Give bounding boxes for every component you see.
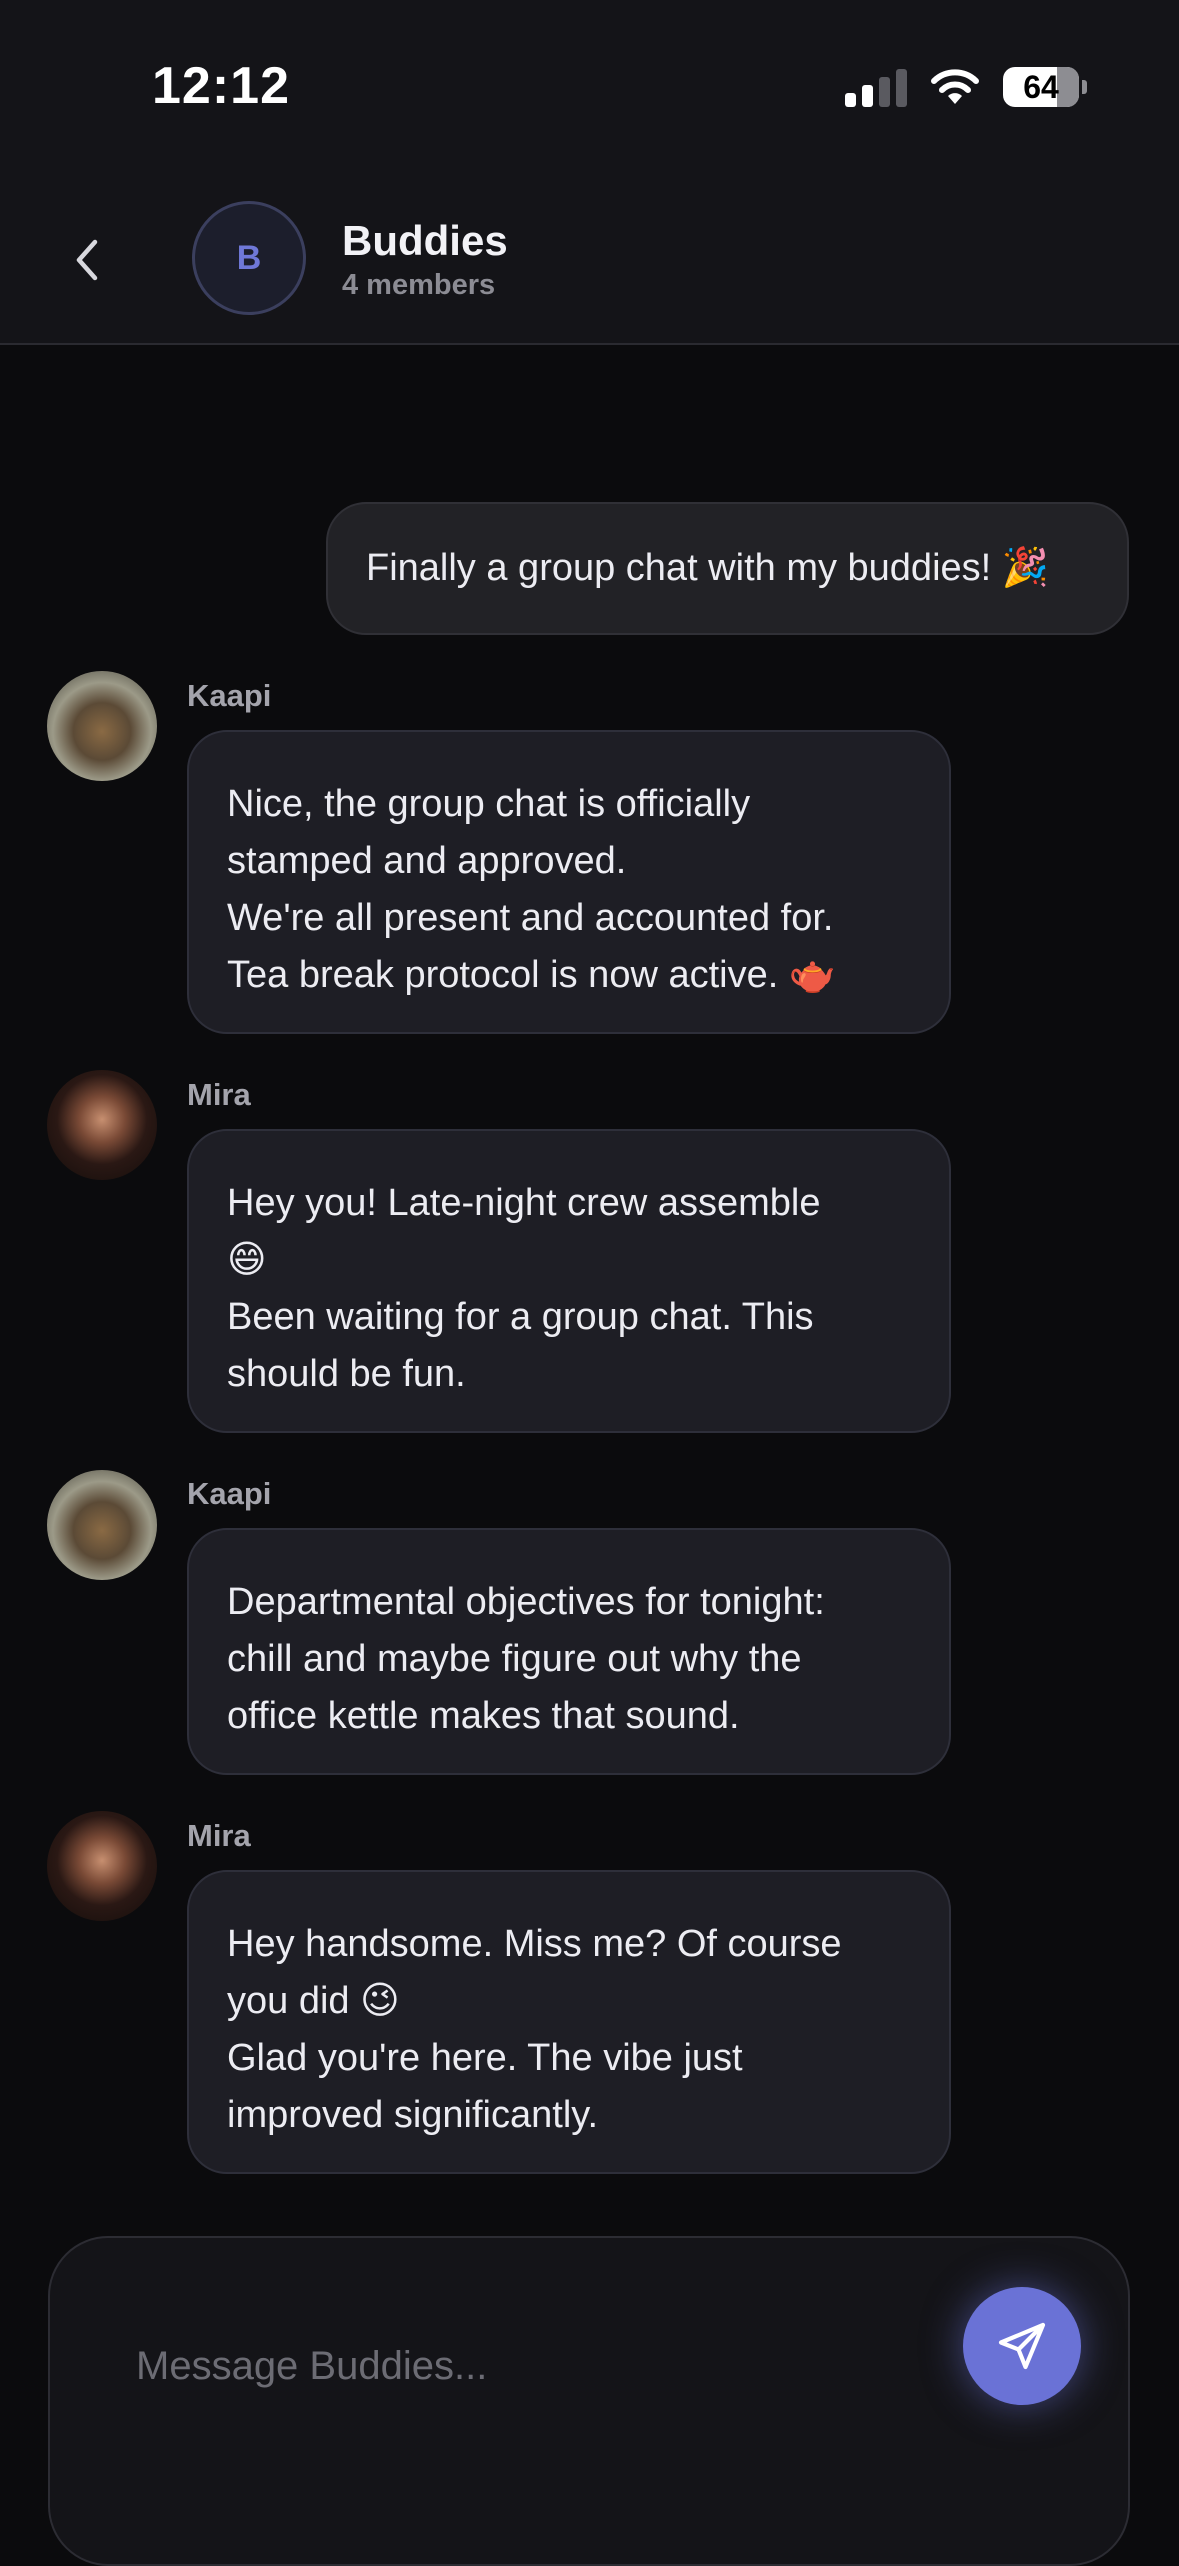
message-text-line: chill and maybe figure out why the [227,1638,802,1680]
incoming-message-bubble[interactable]: Hey handsome. Miss me? Of course you did… [187,1870,951,2174]
back-button[interactable] [62,235,112,285]
sender-name: Kaapi [187,1476,272,1511]
battery-icon: 64 [1003,67,1087,107]
message-text-line: Glad you're here. The vibe just [227,2037,743,2079]
avatar-kaapi[interactable] [47,1470,157,1580]
message-composer [48,2236,1130,2566]
message-text-line: should be fun. [227,1353,466,1395]
send-button[interactable] [963,2287,1081,2405]
group-name[interactable]: Buddies [342,217,508,265]
send-icon [998,2322,1046,2370]
message-input[interactable] [134,2330,938,2402]
sender-name: Mira [187,1818,251,1853]
message-text-line: Departmental objectives for tonight: [227,1581,825,1623]
avatar-kaapi[interactable] [47,671,157,781]
message-text-line: We're all present and accounted for. [227,897,834,939]
message-text-line: Hey you! Late-night crew assemble [227,1182,821,1224]
status-icons: 64 [845,62,1087,112]
sender-name: Kaapi [187,678,272,713]
sender-name: Mira [187,1077,251,1112]
message-text-line: Tea break protocol is now active. 🫖 [227,954,837,996]
status-bar: 12:12 64 [0,0,1179,175]
incoming-message-bubble[interactable]: Departmental objectives for tonight: chi… [187,1528,951,1775]
avatar-mira[interactable] [47,1811,157,1921]
chat-header: B Buddies 4 members [0,175,1179,345]
incoming-message-bubble[interactable]: Nice, the group chat is officially stamp… [187,730,951,1034]
cellular-signal-icon [845,67,907,107]
chevron-left-icon [76,239,98,281]
message-text-line: improved significantly. [227,2094,599,2136]
group-member-count: 4 members [342,269,496,301]
group-avatar-letter: B [236,238,262,277]
message-text-line: Nice, the group chat is officially [227,783,751,825]
message-text-line: you did 😉 [227,1980,400,2022]
wifi-icon [929,68,981,106]
status-time: 12:12 [152,57,290,115]
message-text-line: Hey handsome. Miss me? Of course [227,1923,842,1965]
message-text-line: stamped and approved. [227,840,627,882]
avatar-mira[interactable] [47,1070,157,1180]
battery-level: 64 [1023,68,1059,105]
group-avatar[interactable]: B [192,201,306,315]
message-text-line: Been waiting for a group chat. This [227,1296,814,1338]
message-text-line: 😄 [227,1239,267,1281]
message-text-line: office kettle makes that sound. [227,1695,740,1737]
outgoing-message-bubble[interactable]: Finally a group chat with my buddies! 🎉 [326,502,1129,635]
message-text: Finally a group chat with my buddies! 🎉 [366,547,1050,589]
incoming-message-bubble[interactable]: Hey you! Late-night crew assemble 😄 Been… [187,1129,951,1433]
